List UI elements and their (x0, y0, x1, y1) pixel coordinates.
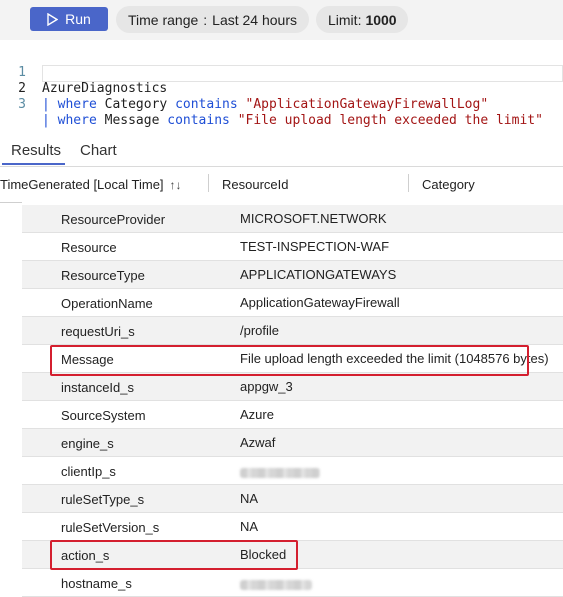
detail-value[interactable]: ApplicationGatewayFirewall (240, 295, 400, 310)
message-highlight-box (50, 345, 529, 376)
detail-row[interactable]: requestUri_s/profile (22, 317, 563, 345)
query-toolbar: Run Time range : Last 24 hours Limit : 1… (0, 0, 563, 40)
field-name: Message (96, 113, 168, 128)
query-editor[interactable]: 1 AzureDiagnostics 2 | where Category co… (0, 46, 563, 128)
detail-row[interactable]: clientIp_s (22, 457, 563, 485)
column-header-category[interactable]: Category (422, 177, 475, 192)
code-text: | where Category contains "ApplicationGa… (42, 97, 488, 113)
detail-key: OperationName (61, 296, 153, 311)
detail-row[interactable]: ResourceProvider MICROSOFT.NETWORK (22, 205, 563, 233)
limit-value: 1000 (365, 11, 397, 28)
scroll-edge (22, 202, 563, 205)
line-number: 3 (18, 97, 26, 112)
detail-row[interactable]: SourceSystem Azure (22, 401, 563, 429)
detail-key: Resource (61, 240, 117, 255)
play-icon (47, 12, 59, 26)
code-line-1: 1 AzureDiagnostics (0, 49, 167, 96)
pipe-operator: | (42, 97, 58, 112)
redacted-value (240, 580, 312, 590)
current-line-highlight (42, 65, 563, 82)
limit-separator: : (357, 11, 362, 28)
detail-value[interactable]: NA (240, 519, 258, 534)
detail-key: instanceId_s (61, 380, 134, 395)
column-header-resourceid[interactable]: ResourceId (222, 177, 288, 192)
detail-value[interactable]: /profile (240, 323, 279, 338)
results-tabs: Results Chart (0, 128, 563, 167)
detail-row[interactable]: ResourceType APPLICATIONGATEWAYS (22, 261, 563, 289)
detail-row[interactable]: instanceId_s appgw_3 (22, 373, 563, 401)
action-highlight-box (50, 540, 298, 570)
run-button-label: Run (65, 11, 91, 27)
detail-row[interactable]: engine_s Azwaf (22, 429, 563, 457)
code-line-3: 3 | where Message contains "File upload … (0, 81, 543, 128)
code-text: AzureDiagnostics (42, 81, 168, 96)
detail-row[interactable]: hostname_s (22, 569, 563, 597)
detail-value[interactable]: Azure (240, 407, 274, 422)
pipe-operator: | (42, 113, 58, 128)
string-literal: "ApplicationGatewayFirewallLog" (245, 97, 489, 112)
detail-key: requestUri_s (61, 324, 135, 339)
time-range-value: Last 24 hours (212, 11, 298, 28)
detail-key: ruleSetType_s (61, 492, 145, 507)
detail-key: ResourceProvider (61, 212, 166, 227)
keyword-contains: contains (167, 113, 230, 128)
detail-row[interactable]: ruleSetType_s NA (22, 485, 563, 513)
detail-value[interactable]: appgw_3 (240, 379, 293, 394)
detail-row[interactable]: ruleSetVersion_s NA (22, 513, 563, 541)
code-line-2: 2 | where Category contains "Application… (0, 65, 488, 112)
column-divider[interactable] (208, 174, 209, 192)
column-header-timegenerated[interactable]: TimeGenerated [Local Time] ↑↓ (0, 177, 182, 192)
keyword-where: where (57, 97, 97, 112)
code-text: | where Message contains "File upload le… (42, 113, 543, 129)
active-tab-indicator (2, 163, 65, 165)
detail-key: clientIp_s (61, 464, 116, 479)
tab-results[interactable]: Results (11, 142, 61, 159)
limit-label: Limit (328, 11, 358, 28)
detail-key: ResourceType (61, 268, 145, 283)
keyword-where: where (57, 113, 97, 128)
redacted-value (240, 468, 320, 478)
detail-key: ruleSetVersion_s (61, 520, 160, 535)
detail-value[interactable]: TEST-INSPECTION-WAF (240, 239, 389, 254)
results-header: TimeGenerated [Local Time] ↑↓ ResourceId … (0, 166, 563, 203)
column-header-label: TimeGenerated [Local Time] (0, 177, 164, 192)
time-range-picker[interactable]: Time range : Last 24 hours (116, 6, 309, 33)
keyword-contains: contains (175, 97, 238, 112)
field-name: Category (96, 97, 176, 112)
detail-key: engine_s (61, 436, 114, 451)
detail-key: SourceSystem (61, 408, 146, 423)
limit-picker[interactable]: Limit : 1000 (316, 6, 408, 33)
detail-row[interactable]: OperationName ApplicationGatewayFirewall (22, 289, 563, 317)
record-details: ResourceProvider MICROSOFT.NETWORK Resourc… (22, 205, 563, 597)
string-literal: "File upload length exceeded the limit" (237, 113, 543, 128)
detail-key: hostname_s (61, 576, 132, 591)
column-divider[interactable] (408, 174, 409, 192)
detail-value[interactable]: MICROSOFT.NETWORK (240, 211, 387, 226)
detail-value[interactable]: APPLICATIONGATEWAYS (240, 267, 396, 282)
detail-row[interactable]: Resource TEST-INSPECTION-WAF (22, 233, 563, 261)
detail-value[interactable]: Azwaf (240, 435, 275, 450)
time-range-separator: : (203, 11, 208, 28)
time-range-label: Time range (128, 11, 199, 28)
detail-value[interactable]: NA (240, 491, 258, 506)
run-button[interactable]: Run (30, 7, 108, 31)
tab-chart[interactable]: Chart (80, 142, 117, 159)
sort-icon[interactable]: ↑↓ (170, 178, 182, 192)
